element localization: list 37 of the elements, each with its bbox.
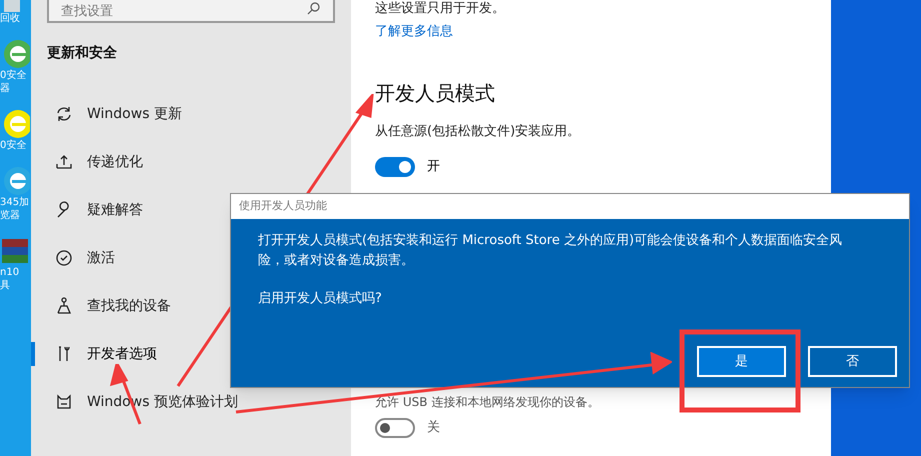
desktop-icon-label: 345加: [0, 196, 30, 209]
description-text: 从任意源(包括松散文件)安装应用。: [375, 122, 582, 140]
person-icon: [55, 297, 73, 315]
desktop-icon-label: 器: [0, 82, 10, 95]
sidebar-item[interactable]: 查找我的设备: [55, 296, 171, 316]
desktop-icon-label: 回收: [0, 12, 20, 25]
desktop-icon-label: n10: [0, 266, 20, 279]
toggle-label: 开: [427, 158, 440, 176]
archive-icon[interactable]: [0, 236, 30, 266]
dialog-message: 打开开发人员模式(包括安装和运行 Microsoft Store 之外的应用)可能会使设备和个人数据面临安全风险，或者对设备造成损害。: [258, 232, 844, 270]
sidebar-heading: 更新和安全: [47, 44, 118, 63]
cat-icon: [55, 393, 73, 411]
toggle-switch[interactable]: [375, 157, 415, 177]
search-icon: [307, 0, 321, 14]
check-circle-icon: [55, 249, 73, 267]
desktop-icon-label: 0安全: [0, 139, 26, 152]
dialog-question: 启用开发人员模式吗?: [258, 290, 383, 308]
refresh-icon: [55, 105, 73, 123]
search-field[interactable]: 查找设置: [47, 0, 335, 23]
dialog-title-bar: 使用开发人员功能: [231, 194, 909, 219]
dialog-button[interactable]: 是: [697, 346, 786, 377]
intro-text: 这些设置只用于开发。: [375, 1, 506, 16]
section-title: 开发人员模式: [375, 80, 496, 106]
usb-description: 允许 USB 连接和本地网络发现你的设备。: [375, 394, 600, 411]
sidebar-item[interactable]: 传递优化: [55, 152, 143, 172]
sidebar-item[interactable]: 激活: [55, 248, 115, 268]
toggle-switch[interactable]: [375, 418, 415, 438]
sidebar-item[interactable]: 开发者选项: [55, 344, 157, 364]
desktop-icon-label: 览器: [0, 209, 20, 222]
dialog-button[interactable]: 否: [808, 346, 897, 377]
desktop-icon-label: 0安全: [0, 69, 26, 82]
sidebar-item[interactable]: 疑难解答: [55, 200, 143, 220]
desktop-icon-label: 具: [0, 279, 10, 292]
learn-more-link[interactable]: 了解更多信息: [375, 22, 831, 42]
toggle-label: 关: [427, 419, 440, 438]
upload-icon: [55, 153, 73, 171]
sidebar-item[interactable]: Windows 更新: [55, 104, 182, 124]
